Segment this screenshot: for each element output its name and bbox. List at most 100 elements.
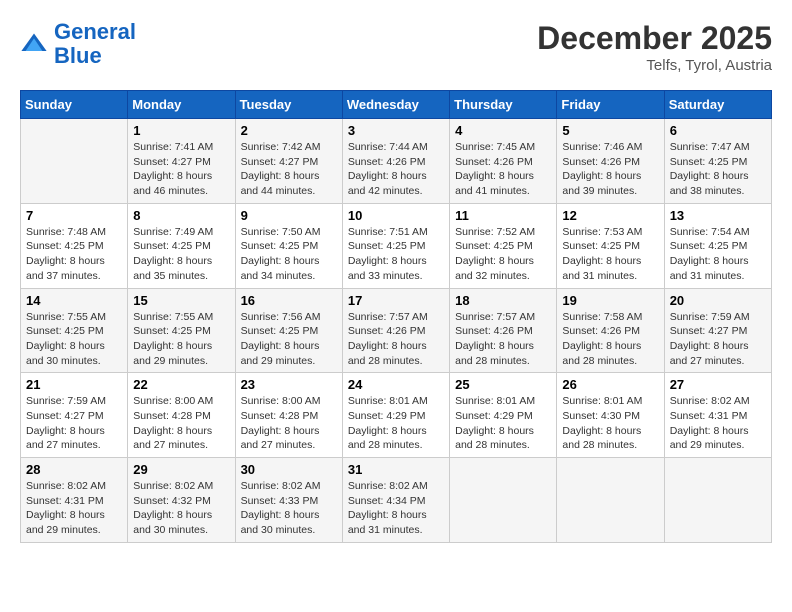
day-number: 31	[348, 462, 444, 477]
day-number: 4	[455, 123, 551, 138]
day-number: 25	[455, 377, 551, 392]
day-number: 7	[26, 208, 122, 223]
calendar-cell: 5 Sunrise: 7:46 AM Sunset: 4:26 PM Daylig…	[557, 119, 664, 204]
day-info: Sunrise: 7:51 AM Sunset: 4:25 PM Dayligh…	[348, 225, 444, 284]
day-info: Sunrise: 7:58 AM Sunset: 4:26 PM Dayligh…	[562, 310, 658, 369]
calendar-cell: 15 Sunrise: 7:55 AM Sunset: 4:25 PM Dayli…	[128, 288, 235, 373]
day-number: 5	[562, 123, 658, 138]
day-info: Sunrise: 7:48 AM Sunset: 4:25 PM Dayligh…	[26, 225, 122, 284]
day-number: 14	[26, 293, 122, 308]
calendar-cell	[557, 458, 664, 543]
header-cell-thursday: Thursday	[450, 91, 557, 119]
day-number: 27	[670, 377, 766, 392]
day-info: Sunrise: 7:45 AM Sunset: 4:26 PM Dayligh…	[455, 140, 551, 199]
header-cell-monday: Monday	[128, 91, 235, 119]
day-info: Sunrise: 7:55 AM Sunset: 4:25 PM Dayligh…	[133, 310, 229, 369]
calendar-cell: 2 Sunrise: 7:42 AM Sunset: 4:27 PM Daylig…	[235, 119, 342, 204]
day-info: Sunrise: 8:02 AM Sunset: 4:32 PM Dayligh…	[133, 479, 229, 538]
day-number: 15	[133, 293, 229, 308]
day-number: 11	[455, 208, 551, 223]
day-info: Sunrise: 7:53 AM Sunset: 4:25 PM Dayligh…	[562, 225, 658, 284]
calendar-cell: 29Sunrise: 8:02 AM Sunset: 4:32 PM Dayli…	[128, 458, 235, 543]
page-header: General Blue December 2025 Telfs, Tyrol,…	[20, 20, 772, 74]
calendar-cell: 20 Sunrise: 7:59 AM Sunset: 4:27 PM Dayli…	[664, 288, 771, 373]
calendar-cell: 13 Sunrise: 7:54 AM Sunset: 4:25 PM Dayli…	[664, 203, 771, 288]
month-year: December 2025	[537, 20, 772, 57]
day-number: 10	[348, 208, 444, 223]
day-info: Sunrise: 7:47 AM Sunset: 4:25 PM Dayligh…	[670, 140, 766, 199]
calendar-cell: 31 Sunrise: 8:02 AM Sunset: 4:34 PM Dayli…	[342, 458, 449, 543]
day-number: 28	[26, 462, 122, 477]
calendar-cell: 25 Sunrise: 8:01 AM Sunset: 4:29 PM Dayli…	[450, 373, 557, 458]
calendar-cell: 21 Sunrise: 7:59 AM Sunset: 4:27 PM Dayli…	[21, 373, 128, 458]
calendar-cell: 16Sunrise: 7:56 AM Sunset: 4:25 PM Dayli…	[235, 288, 342, 373]
day-number: 22	[133, 377, 229, 392]
day-number: 9	[241, 208, 337, 223]
day-info: Sunrise: 7:55 AM Sunset: 4:25 PM Dayligh…	[26, 310, 122, 369]
calendar-cell: 24Sunrise: 8:01 AM Sunset: 4:29 PM Dayli…	[342, 373, 449, 458]
calendar-table: SundayMondayTuesdayWednesdayThursdayFrid…	[20, 90, 772, 543]
calendar-cell	[21, 119, 128, 204]
calendar-cell: 12 Sunrise: 7:53 AM Sunset: 4:25 PM Dayli…	[557, 203, 664, 288]
calendar-cell: 11 Sunrise: 7:52 AM Sunset: 4:25 PM Dayli…	[450, 203, 557, 288]
logo: General Blue	[20, 20, 136, 68]
header-cell-sunday: Sunday	[21, 91, 128, 119]
calendar-cell: 27 Sunrise: 8:02 AM Sunset: 4:31 PM Dayli…	[664, 373, 771, 458]
calendar-cell	[450, 458, 557, 543]
day-number: 21	[26, 377, 122, 392]
day-number: 3	[348, 123, 444, 138]
calendar-cell: 17 Sunrise: 7:57 AM Sunset: 4:26 PM Dayli…	[342, 288, 449, 373]
week-row-4: 21 Sunrise: 7:59 AM Sunset: 4:27 PM Dayli…	[21, 373, 772, 458]
day-info: Sunrise: 8:00 AM Sunset: 4:28 PM Dayligh…	[241, 394, 337, 453]
day-info: Sunrise: 7:44 AM Sunset: 4:26 PM Dayligh…	[348, 140, 444, 199]
day-info: Sunrise: 8:02 AM Sunset: 4:33 PM Dayligh…	[241, 479, 337, 538]
day-number: 30	[241, 462, 337, 477]
day-info: Sunrise: 7:57 AM Sunset: 4:26 PM Dayligh…	[455, 310, 551, 369]
day-number: 12	[562, 208, 658, 223]
calendar-cell: 14 Sunrise: 7:55 AM Sunset: 4:25 PM Dayli…	[21, 288, 128, 373]
location: Telfs, Tyrol, Austria	[537, 57, 772, 74]
calendar-cell: 3 Sunrise: 7:44 AM Sunset: 4:26 PM Daylig…	[342, 119, 449, 204]
day-info: Sunrise: 8:01 AM Sunset: 4:30 PM Dayligh…	[562, 394, 658, 453]
logo-icon	[20, 30, 48, 58]
calendar-cell: 23Sunrise: 8:00 AM Sunset: 4:28 PM Dayli…	[235, 373, 342, 458]
day-info: Sunrise: 7:59 AM Sunset: 4:27 PM Dayligh…	[26, 394, 122, 453]
calendar-cell: 8Sunrise: 7:49 AM Sunset: 4:25 PM Daylig…	[128, 203, 235, 288]
day-info: Sunrise: 7:59 AM Sunset: 4:27 PM Dayligh…	[670, 310, 766, 369]
day-number: 1	[133, 123, 229, 138]
week-row-5: 28 Sunrise: 8:02 AM Sunset: 4:31 PM Dayli…	[21, 458, 772, 543]
day-info: Sunrise: 7:42 AM Sunset: 4:27 PM Dayligh…	[241, 140, 337, 199]
calendar-cell: 9 Sunrise: 7:50 AM Sunset: 4:25 PM Daylig…	[235, 203, 342, 288]
calendar-cell: 22Sunrise: 8:00 AM Sunset: 4:28 PM Dayli…	[128, 373, 235, 458]
calendar-cell: 26Sunrise: 8:01 AM Sunset: 4:30 PM Dayli…	[557, 373, 664, 458]
day-number: 18	[455, 293, 551, 308]
day-number: 13	[670, 208, 766, 223]
day-info: Sunrise: 8:02 AM Sunset: 4:31 PM Dayligh…	[670, 394, 766, 453]
day-number: 19	[562, 293, 658, 308]
day-info: Sunrise: 8:01 AM Sunset: 4:29 PM Dayligh…	[455, 394, 551, 453]
calendar-cell: 30 Sunrise: 8:02 AM Sunset: 4:33 PM Dayli…	[235, 458, 342, 543]
day-info: Sunrise: 7:54 AM Sunset: 4:25 PM Dayligh…	[670, 225, 766, 284]
calendar-cell: 6Sunrise: 7:47 AM Sunset: 4:25 PM Daylig…	[664, 119, 771, 204]
day-info: Sunrise: 7:49 AM Sunset: 4:25 PM Dayligh…	[133, 225, 229, 284]
header-cell-tuesday: Tuesday	[235, 91, 342, 119]
day-info: Sunrise: 8:02 AM Sunset: 4:34 PM Dayligh…	[348, 479, 444, 538]
calendar-cell: 10 Sunrise: 7:51 AM Sunset: 4:25 PM Dayli…	[342, 203, 449, 288]
day-number: 24	[348, 377, 444, 392]
day-info: Sunrise: 7:41 AM Sunset: 4:27 PM Dayligh…	[133, 140, 229, 199]
calendar-cell: 18 Sunrise: 7:57 AM Sunset: 4:26 PM Dayli…	[450, 288, 557, 373]
calendar-cell: 19 Sunrise: 7:58 AM Sunset: 4:26 PM Dayli…	[557, 288, 664, 373]
day-info: Sunrise: 8:02 AM Sunset: 4:31 PM Dayligh…	[26, 479, 122, 538]
calendar-cell: 4 Sunrise: 7:45 AM Sunset: 4:26 PM Daylig…	[450, 119, 557, 204]
calendar-cell	[664, 458, 771, 543]
day-info: Sunrise: 7:57 AM Sunset: 4:26 PM Dayligh…	[348, 310, 444, 369]
day-info: Sunrise: 7:52 AM Sunset: 4:25 PM Dayligh…	[455, 225, 551, 284]
day-info: Sunrise: 7:46 AM Sunset: 4:26 PM Dayligh…	[562, 140, 658, 199]
title-block: December 2025 Telfs, Tyrol, Austria	[537, 20, 772, 74]
day-number: 2	[241, 123, 337, 138]
day-info: Sunrise: 7:50 AM Sunset: 4:25 PM Dayligh…	[241, 225, 337, 284]
week-row-3: 14 Sunrise: 7:55 AM Sunset: 4:25 PM Dayli…	[21, 288, 772, 373]
calendar-header-row: SundayMondayTuesdayWednesdayThursdayFrid…	[21, 91, 772, 119]
day-number: 20	[670, 293, 766, 308]
day-number: 17	[348, 293, 444, 308]
